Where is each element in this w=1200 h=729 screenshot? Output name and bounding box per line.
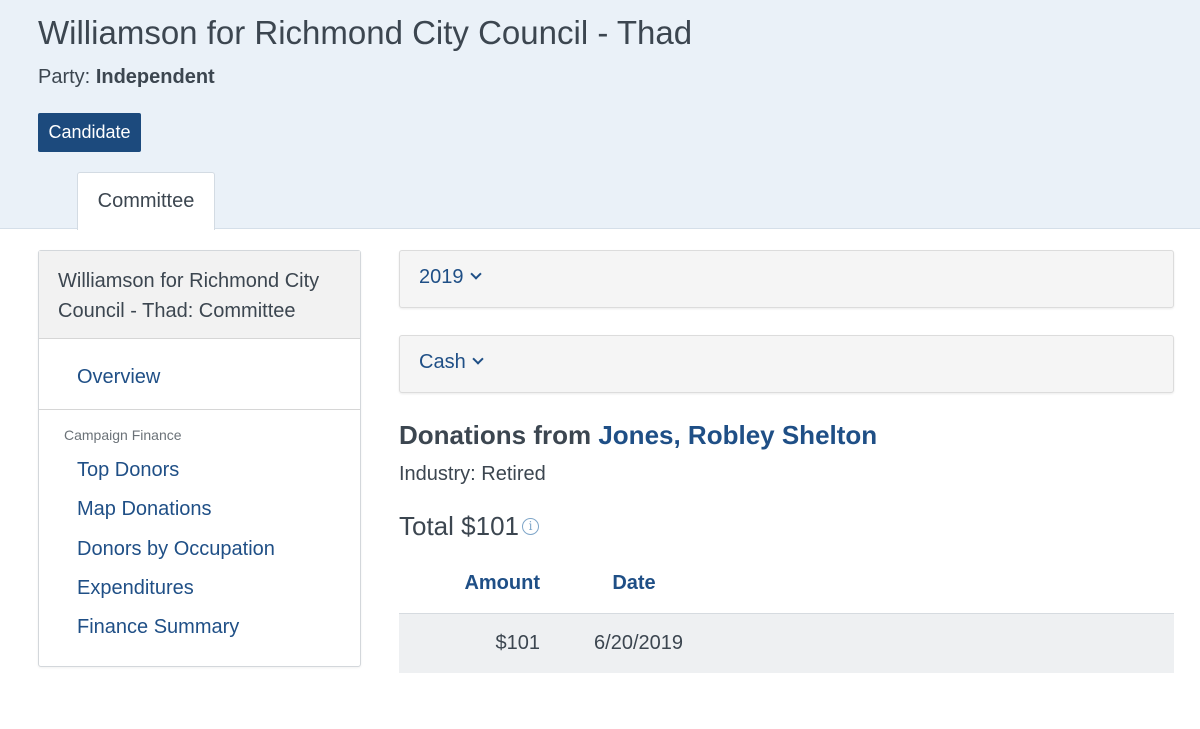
donations-heading: Donations from Jones, Robley Shelton	[399, 420, 877, 451]
candidate-button[interactable]: Candidate	[38, 113, 141, 152]
cell-amount: $101	[399, 613, 540, 673]
sidebar-item-finance-summary[interactable]: Finance Summary	[77, 614, 275, 653]
sidebar-overview-section: Overview	[39, 339, 360, 410]
total-amount: Total $101	[399, 511, 519, 541]
page-header: Williamson for Richmond City Council - T…	[0, 0, 1200, 230]
sidebar-item-map-donations[interactable]: Map Donations	[77, 496, 275, 535]
year-dropdown-label: 2019	[419, 266, 482, 289]
table-row: $101 6/20/2019	[399, 613, 1174, 673]
sidebar: Williamson for Richmond City Council - T…	[38, 250, 361, 667]
party-label: Party:	[38, 66, 91, 88]
tab-committee[interactable]: Committee	[77, 172, 215, 230]
sidebar-item-expenditures[interactable]: Expenditures	[77, 575, 275, 614]
table-header-row: Amount Date	[399, 554, 1174, 614]
cell-spacer	[686, 613, 1174, 673]
type-value: Cash	[419, 351, 466, 373]
total-line: Total $101 i	[399, 511, 539, 542]
chevron-down-icon	[469, 268, 482, 280]
chevron-down-icon	[472, 353, 484, 365]
info-icon[interactable]: i	[521, 517, 539, 535]
industry-line: Industry: Retired	[399, 463, 546, 485]
donations-heading-prefix: Donations from	[399, 420, 592, 450]
party-line: Party: Independent	[38, 66, 215, 89]
section-label-campaign-finance: Campaign Finance	[64, 427, 182, 443]
sidebar-item-donors-by-occupation[interactable]: Donors by Occupation	[77, 536, 275, 575]
year-value: 2019	[419, 266, 464, 288]
type-dropdown[interactable]: Cash	[399, 335, 1174, 393]
year-dropdown[interactable]: 2019	[399, 250, 1174, 308]
column-header-spacer	[686, 554, 1174, 614]
sidebar-heading: Williamson for Richmond City Council - T…	[39, 251, 360, 339]
column-header-amount[interactable]: Amount	[399, 554, 540, 614]
type-dropdown-label: Cash	[419, 351, 484, 374]
column-header-date[interactable]: Date	[540, 554, 686, 614]
cell-date: 6/20/2019	[540, 613, 686, 673]
donor-name-link[interactable]: Jones, Robley Shelton	[598, 420, 877, 450]
party-value: Independent	[95, 66, 215, 88]
sidebar-item-overview[interactable]: Overview	[77, 366, 160, 389]
page-title: Williamson for Richmond City Council - T…	[38, 14, 693, 51]
sidebar-item-top-donors[interactable]: Top Donors	[77, 457, 275, 496]
finance-nav-list: Top Donors Map Donations Donors by Occup…	[77, 457, 275, 653]
donations-table: Amount Date $101 6/20/2019	[399, 554, 1174, 673]
